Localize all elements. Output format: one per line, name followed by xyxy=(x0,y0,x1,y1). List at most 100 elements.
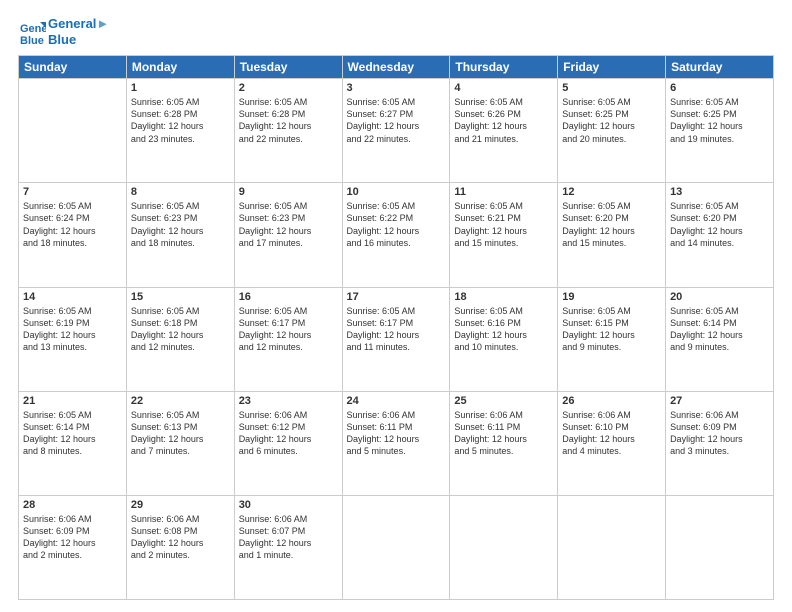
calendar-cell: 25 Sunrise: 6:06 AM Sunset: 6:11 PM Dayli… xyxy=(450,391,558,495)
day-number: 15 xyxy=(131,291,230,303)
day-info: Sunrise: 6:05 AM Sunset: 6:28 PM Dayligh… xyxy=(239,96,338,145)
day-number: 30 xyxy=(239,499,338,511)
calendar-cell: 7 Sunrise: 6:05 AM Sunset: 6:24 PM Daylig… xyxy=(19,183,127,287)
day-info: Sunrise: 6:05 AM Sunset: 6:14 PM Dayligh… xyxy=(670,305,769,354)
calendar-table: SundayMondayTuesdayWednesdayThursdayFrid… xyxy=(18,55,774,600)
day-number: 5 xyxy=(562,82,661,94)
calendar-cell: 28Sunrise: 6:06 AM Sunset: 6:09 PM Dayli… xyxy=(19,495,127,599)
calendar-cell: 26 Sunrise: 6:06 AM Sunset: 6:10 PM Dayli… xyxy=(558,391,666,495)
calendar-cell: 17 Sunrise: 6:05 AM Sunset: 6:17 PM Dayli… xyxy=(342,287,450,391)
calendar-cell: 3 Sunrise: 6:05 AM Sunset: 6:27 PM Daylig… xyxy=(342,79,450,183)
day-number: 16 xyxy=(239,291,338,303)
calendar-cell: 5 Sunrise: 6:05 AM Sunset: 6:25 PM Daylig… xyxy=(558,79,666,183)
logo-icon: General Blue xyxy=(18,18,46,46)
weekday-header-tuesday: Tuesday xyxy=(234,56,342,79)
calendar-cell: 10 Sunrise: 6:05 AM Sunset: 6:22 PM Dayli… xyxy=(342,183,450,287)
calendar-cell: 14 Sunrise: 6:05 AM Sunset: 6:19 PM Dayli… xyxy=(19,287,127,391)
day-info: Sunrise: 6:05 AM Sunset: 6:27 PM Dayligh… xyxy=(347,96,446,145)
weekday-header-monday: Monday xyxy=(126,56,234,79)
calendar-cell: 15 Sunrise: 6:05 AM Sunset: 6:18 PM Dayli… xyxy=(126,287,234,391)
day-number: 8 xyxy=(131,186,230,198)
weekday-header-wednesday: Wednesday xyxy=(342,56,450,79)
calendar-cell: 4 Sunrise: 6:05 AM Sunset: 6:26 PM Daylig… xyxy=(450,79,558,183)
svg-text:Blue: Blue xyxy=(20,35,44,46)
calendar-week-row-1: 1 Sunrise: 6:05 AM Sunset: 6:28 PM Daylig… xyxy=(19,79,774,183)
calendar-cell: 30 Sunrise: 6:06 AM Sunset: 6:07 PM Dayli… xyxy=(234,495,342,599)
weekday-header-friday: Friday xyxy=(558,56,666,79)
day-info: Sunrise: 6:06 AM Sunset: 6:10 PM Dayligh… xyxy=(562,409,661,458)
day-info: Sunrise: 6:05 AM Sunset: 6:17 PM Dayligh… xyxy=(347,305,446,354)
day-info: Sunrise: 6:05 AM Sunset: 6:23 PM Dayligh… xyxy=(131,200,230,249)
day-number: 26 xyxy=(562,395,661,407)
calendar-cell: 27Sunrise: 6:06 AM Sunset: 6:09 PM Dayli… xyxy=(666,391,774,495)
day-info: Sunrise: 6:06 AM Sunset: 6:11 PM Dayligh… xyxy=(347,409,446,458)
day-info: Sunrise: 6:06 AM Sunset: 6:09 PM Dayligh… xyxy=(23,513,122,562)
page: General Blue General►Blue SundayMondayTu… xyxy=(0,0,792,612)
day-number: 22 xyxy=(131,395,230,407)
day-number: 19 xyxy=(562,291,661,303)
calendar-cell xyxy=(558,495,666,599)
calendar-cell: 21Sunrise: 6:05 AM Sunset: 6:14 PM Dayli… xyxy=(19,391,127,495)
day-info: Sunrise: 6:05 AM Sunset: 6:17 PM Dayligh… xyxy=(239,305,338,354)
day-number: 3 xyxy=(347,82,446,94)
day-number: 25 xyxy=(454,395,553,407)
weekday-header-saturday: Saturday xyxy=(666,56,774,79)
calendar-cell xyxy=(666,495,774,599)
calendar-cell: 23 Sunrise: 6:06 AM Sunset: 6:12 PM Dayli… xyxy=(234,391,342,495)
calendar-cell: 20 Sunrise: 6:05 AM Sunset: 6:14 PM Dayli… xyxy=(666,287,774,391)
calendar-week-row-3: 14 Sunrise: 6:05 AM Sunset: 6:19 PM Dayli… xyxy=(19,287,774,391)
svg-text:General: General xyxy=(20,23,46,35)
calendar-cell xyxy=(342,495,450,599)
day-number: 4 xyxy=(454,82,553,94)
calendar-week-row-4: 21Sunrise: 6:05 AM Sunset: 6:14 PM Dayli… xyxy=(19,391,774,495)
day-info: Sunrise: 6:06 AM Sunset: 6:11 PM Dayligh… xyxy=(454,409,553,458)
calendar-cell xyxy=(450,495,558,599)
day-number: 6 xyxy=(670,82,769,94)
day-info: Sunrise: 6:06 AM Sunset: 6:08 PM Dayligh… xyxy=(131,513,230,562)
day-number: 14 xyxy=(23,291,122,303)
day-number: 20 xyxy=(670,291,769,303)
day-info: Sunrise: 6:05 AM Sunset: 6:22 PM Dayligh… xyxy=(347,200,446,249)
day-number: 7 xyxy=(23,186,122,198)
day-info: Sunrise: 6:05 AM Sunset: 6:25 PM Dayligh… xyxy=(562,96,661,145)
calendar-cell: 29 Sunrise: 6:06 AM Sunset: 6:08 PM Dayli… xyxy=(126,495,234,599)
logo-text: General►Blue xyxy=(48,16,109,47)
day-info: Sunrise: 6:05 AM Sunset: 6:18 PM Dayligh… xyxy=(131,305,230,354)
calendar-cell: 18Sunrise: 6:05 AM Sunset: 6:16 PM Dayli… xyxy=(450,287,558,391)
day-number: 2 xyxy=(239,82,338,94)
header: General Blue General►Blue xyxy=(18,16,774,47)
day-number: 10 xyxy=(347,186,446,198)
calendar-cell: 16 Sunrise: 6:05 AM Sunset: 6:17 PM Dayli… xyxy=(234,287,342,391)
day-number: 13 xyxy=(670,186,769,198)
day-info: Sunrise: 6:05 AM Sunset: 6:21 PM Dayligh… xyxy=(454,200,553,249)
day-number: 12 xyxy=(562,186,661,198)
calendar-cell: 8 Sunrise: 6:05 AM Sunset: 6:23 PM Daylig… xyxy=(126,183,234,287)
day-info: Sunrise: 6:06 AM Sunset: 6:09 PM Dayligh… xyxy=(670,409,769,458)
calendar-cell: 12Sunrise: 6:05 AM Sunset: 6:20 PM Dayli… xyxy=(558,183,666,287)
day-number: 11 xyxy=(454,186,553,198)
day-info: Sunrise: 6:05 AM Sunset: 6:14 PM Dayligh… xyxy=(23,409,122,458)
day-info: Sunrise: 6:06 AM Sunset: 6:07 PM Dayligh… xyxy=(239,513,338,562)
weekday-header-thursday: Thursday xyxy=(450,56,558,79)
calendar-cell: 24 Sunrise: 6:06 AM Sunset: 6:11 PM Dayli… xyxy=(342,391,450,495)
calendar-week-row-5: 28Sunrise: 6:06 AM Sunset: 6:09 PM Dayli… xyxy=(19,495,774,599)
day-number: 1 xyxy=(131,82,230,94)
day-info: Sunrise: 6:05 AM Sunset: 6:25 PM Dayligh… xyxy=(670,96,769,145)
day-number: 18 xyxy=(454,291,553,303)
calendar-cell: 19Sunrise: 6:05 AM Sunset: 6:15 PM Dayli… xyxy=(558,287,666,391)
calendar-cell: 9Sunrise: 6:05 AM Sunset: 6:23 PM Daylig… xyxy=(234,183,342,287)
calendar-cell xyxy=(19,79,127,183)
day-number: 17 xyxy=(347,291,446,303)
day-number: 23 xyxy=(239,395,338,407)
calendar-cell: 2 Sunrise: 6:05 AM Sunset: 6:28 PM Daylig… xyxy=(234,79,342,183)
weekday-header-sunday: Sunday xyxy=(19,56,127,79)
day-info: Sunrise: 6:05 AM Sunset: 6:26 PM Dayligh… xyxy=(454,96,553,145)
calendar-cell: 22Sunrise: 6:05 AM Sunset: 6:13 PM Dayli… xyxy=(126,391,234,495)
day-info: Sunrise: 6:05 AM Sunset: 6:19 PM Dayligh… xyxy=(23,305,122,354)
day-info: Sunrise: 6:05 AM Sunset: 6:24 PM Dayligh… xyxy=(23,200,122,249)
calendar-cell: 1Sunrise: 6:05 AM Sunset: 6:28 PM Daylig… xyxy=(126,79,234,183)
day-info: Sunrise: 6:05 AM Sunset: 6:20 PM Dayligh… xyxy=(670,200,769,249)
day-number: 29 xyxy=(131,499,230,511)
day-info: Sunrise: 6:06 AM Sunset: 6:12 PM Dayligh… xyxy=(239,409,338,458)
day-number: 24 xyxy=(347,395,446,407)
